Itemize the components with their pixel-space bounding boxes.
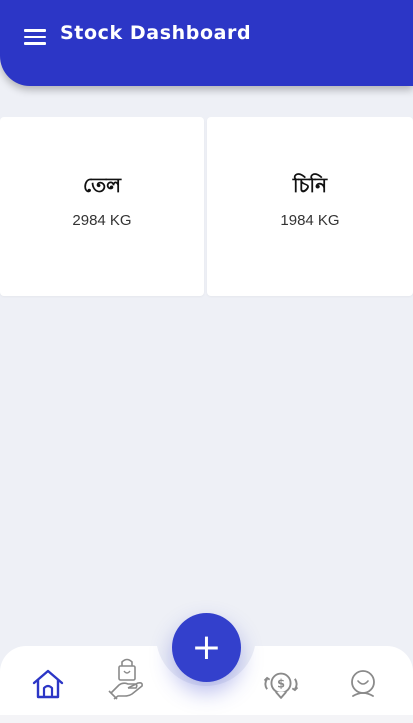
add-button[interactable]: + — [172, 613, 241, 682]
page-title: Stock Dashboard — [60, 22, 252, 44]
nav-home[interactable] — [28, 664, 68, 704]
stock-quantity: 1984 KG — [280, 212, 340, 229]
stock-name: চিনি — [292, 173, 328, 197]
stock-quantity: 2984 KG — [72, 212, 132, 229]
hand-bag-icon — [108, 658, 143, 700]
stock-cards: তেল 2984 KG চিনি 1984 KG — [0, 117, 413, 296]
nav-sell[interactable] — [107, 658, 147, 700]
money-exchange-icon: $ — [263, 672, 299, 699]
bottom-strip — [0, 715, 413, 723]
menu-icon[interactable] — [24, 29, 46, 45]
top-app-bar: Stock Dashboard — [0, 0, 413, 86]
app-root: Stock Dashboard তেল 2984 KG চিনি 1984 KG — [0, 0, 413, 723]
svg-text:$: $ — [277, 677, 285, 690]
stock-name: তেল — [82, 173, 122, 197]
nav-transactions[interactable]: $ — [261, 664, 301, 704]
home-icon — [32, 669, 64, 699]
nav-profile[interactable] — [343, 664, 383, 704]
stock-card[interactable]: চিনি 1984 KG — [207, 117, 413, 296]
user-icon — [351, 670, 375, 697]
stock-card[interactable]: তেল 2984 KG — [0, 117, 204, 296]
